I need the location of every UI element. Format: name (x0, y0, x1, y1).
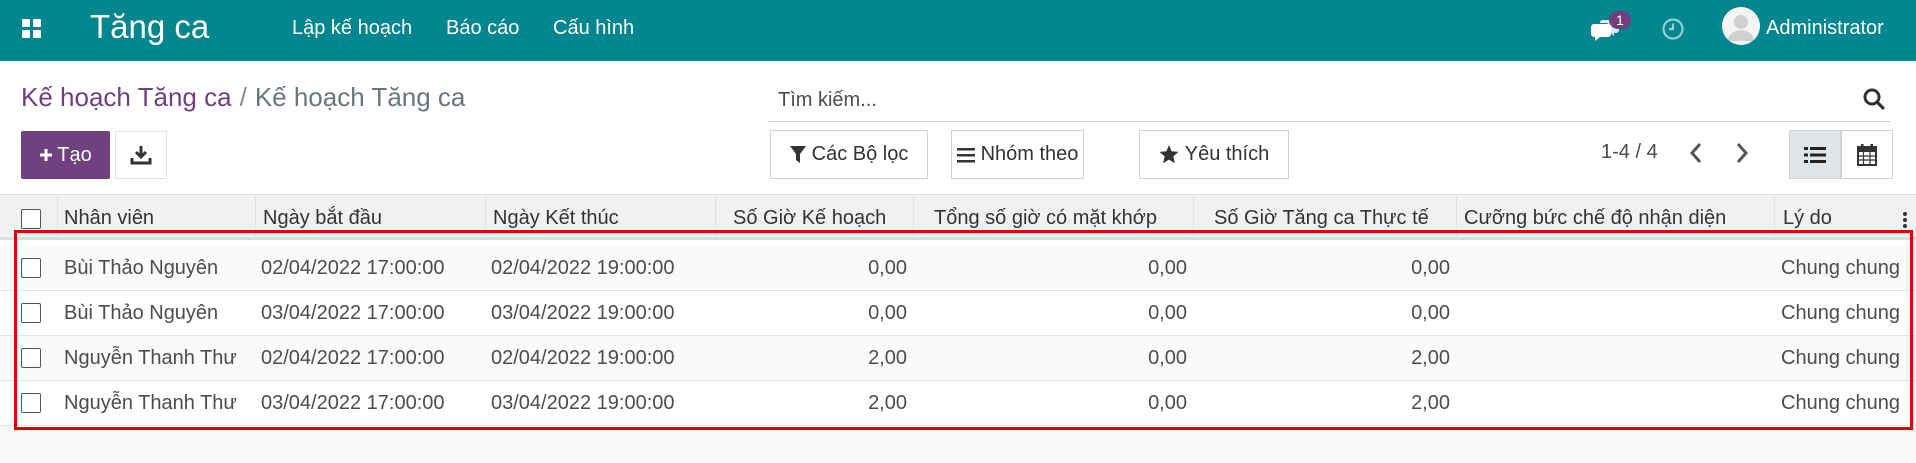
cell-matched-hours: 0,00 (1148, 347, 1187, 369)
column-header-planned-hours[interactable]: Số Giờ Kế hoạch (733, 207, 886, 230)
search-input[interactable] (778, 86, 1778, 114)
list-view-icon (1804, 146, 1826, 163)
cell-actual-overtime: 2,00 (1411, 347, 1450, 369)
cell-employee: Nguyễn Thanh Thư (64, 347, 237, 369)
search-bar (768, 76, 1890, 122)
content-footer-area (0, 426, 1916, 463)
table-header: Nhân viên Ngày bắt đầu Ngày Kết thúc Số … (0, 194, 1916, 241)
cell-actual-overtime: 0,00 (1411, 302, 1450, 324)
search-icon[interactable] (1861, 86, 1887, 112)
cell-end-date: 02/04/2022 19:00:00 (491, 257, 675, 279)
group-by-button[interactable]: Nhóm theo (951, 130, 1084, 179)
table-row[interactable]: Bùi Thảo Nguyên 03/04/2022 17:00:00 03/0… (0, 291, 1916, 336)
breadcrumb-separator: / (239, 82, 247, 112)
cell-planned-hours: 2,00 (868, 392, 907, 414)
cell-start-date: 03/04/2022 17:00:00 (261, 302, 445, 324)
cell-employee: Nguyễn Thanh Thư (64, 392, 237, 414)
cell-employee: Bùi Thảo Nguyên (64, 302, 219, 324)
clock-icon[interactable] (1661, 17, 1685, 41)
row-checkbox[interactable] (21, 348, 41, 368)
cell-matched-hours: 0,00 (1148, 302, 1187, 324)
column-options-icon[interactable] (1902, 211, 1908, 229)
cell-start-date: 02/04/2022 17:00:00 (261, 347, 445, 369)
breadcrumb: Kế hoạch Tăng ca / Kế hoạch Tăng ca (21, 82, 465, 113)
cell-actual-overtime: 0,00 (1411, 257, 1450, 279)
menu-item-configuration[interactable]: Cấu hình (553, 17, 634, 40)
chevron-right-icon[interactable] (1731, 140, 1753, 166)
menu-item-planning[interactable]: Lập kế hoạch (292, 17, 412, 40)
cell-start-date: 03/04/2022 17:00:00 (261, 392, 445, 414)
select-all-checkbox[interactable] (21, 209, 41, 229)
plus-icon (40, 149, 53, 161)
filters-button-label: Các Bộ lọc (811, 143, 909, 165)
download-button[interactable] (115, 131, 167, 179)
cell-planned-hours: 0,00 (868, 302, 907, 324)
cell-planned-hours: 0,00 (868, 257, 907, 279)
calendar-view-icon (1857, 143, 1877, 166)
create-button[interactable]: Tạo (21, 131, 110, 179)
create-button-label: Tạo (57, 143, 92, 166)
top-navbar: Tăng ca Lập kế hoạch Báo cáo Cấu hình 1 … (0, 0, 1916, 61)
cell-planned-hours: 2,00 (868, 347, 907, 369)
app-title[interactable]: Tăng ca (90, 8, 209, 46)
filter-icon (789, 145, 806, 163)
column-header-start-date[interactable]: Ngày bắt đầu (263, 207, 382, 230)
breadcrumb-parent[interactable]: Kế hoạch Tăng ca (21, 82, 232, 112)
favorites-button[interactable]: Yêu thích (1139, 130, 1289, 179)
cell-actual-overtime: 2,00 (1411, 392, 1450, 414)
column-header-employee[interactable]: Nhân viên (64, 207, 154, 230)
cell-matched-hours: 0,00 (1148, 392, 1187, 414)
cell-start-date: 02/04/2022 17:00:00 (261, 257, 445, 279)
column-header-actual-overtime[interactable]: Số Giờ Tăng ca Thực tế (1214, 207, 1429, 230)
bars-icon (956, 147, 975, 162)
column-header-end-date[interactable]: Ngày Kết thúc (493, 207, 619, 230)
group-by-button-label: Nhóm theo (980, 143, 1079, 165)
user-menu-name[interactable]: Administrator (1766, 17, 1884, 40)
cell-reason: Chung chung (1781, 302, 1900, 324)
cell-reason: Chung chung (1781, 347, 1900, 369)
column-header-matched-hours[interactable]: Tổng số giờ có mặt khớp (934, 207, 1157, 230)
table-row[interactable]: Bùi Thảo Nguyên 02/04/2022 17:00:00 02/0… (0, 246, 1916, 291)
cell-end-date: 02/04/2022 19:00:00 (491, 347, 675, 369)
calendar-view-button[interactable] (1841, 130, 1893, 179)
pager-value[interactable]: 1-4 / 4 (1601, 141, 1658, 164)
column-header-reason[interactable]: Lý do (1783, 207, 1832, 230)
apps-grid-icon[interactable] (22, 19, 44, 41)
filters-button[interactable]: Các Bộ lọc (770, 130, 928, 179)
download-icon (130, 146, 152, 165)
breadcrumb-current: Kế hoạch Tăng ca (254, 82, 466, 112)
favorites-button-label: Yêu thích (1184, 143, 1270, 165)
row-checkbox[interactable] (21, 258, 41, 278)
cell-reason: Chung chung (1781, 257, 1900, 279)
cell-matched-hours: 0,00 (1148, 257, 1187, 279)
avatar-icon[interactable] (1722, 7, 1760, 45)
cell-employee: Bùi Thảo Nguyên (64, 257, 219, 279)
row-checkbox[interactable] (21, 393, 41, 413)
row-checkbox[interactable] (21, 303, 41, 323)
table-row[interactable]: Nguyễn Thanh Thư 03/04/2022 17:00:00 03/… (0, 381, 1916, 426)
cell-end-date: 03/04/2022 19:00:00 (491, 392, 675, 414)
table-row[interactable]: Nguyễn Thanh Thư 02/04/2022 17:00:00 02/… (0, 336, 1916, 381)
chevron-left-icon[interactable] (1685, 140, 1707, 166)
column-header-forced-mode[interactable]: Cưỡng bức chế độ nhận diện (1464, 207, 1726, 230)
list-view-button[interactable] (1789, 130, 1841, 179)
notification-badge: 1 (1609, 11, 1631, 29)
menu-item-reports[interactable]: Báo cáo (446, 17, 519, 40)
cell-reason: Chung chung (1781, 392, 1900, 414)
overtime-plan-table: Nhân viên Ngày bắt đầu Ngày Kết thúc Số … (0, 194, 1916, 426)
cell-end-date: 03/04/2022 19:00:00 (491, 302, 675, 324)
star-icon (1159, 145, 1179, 164)
